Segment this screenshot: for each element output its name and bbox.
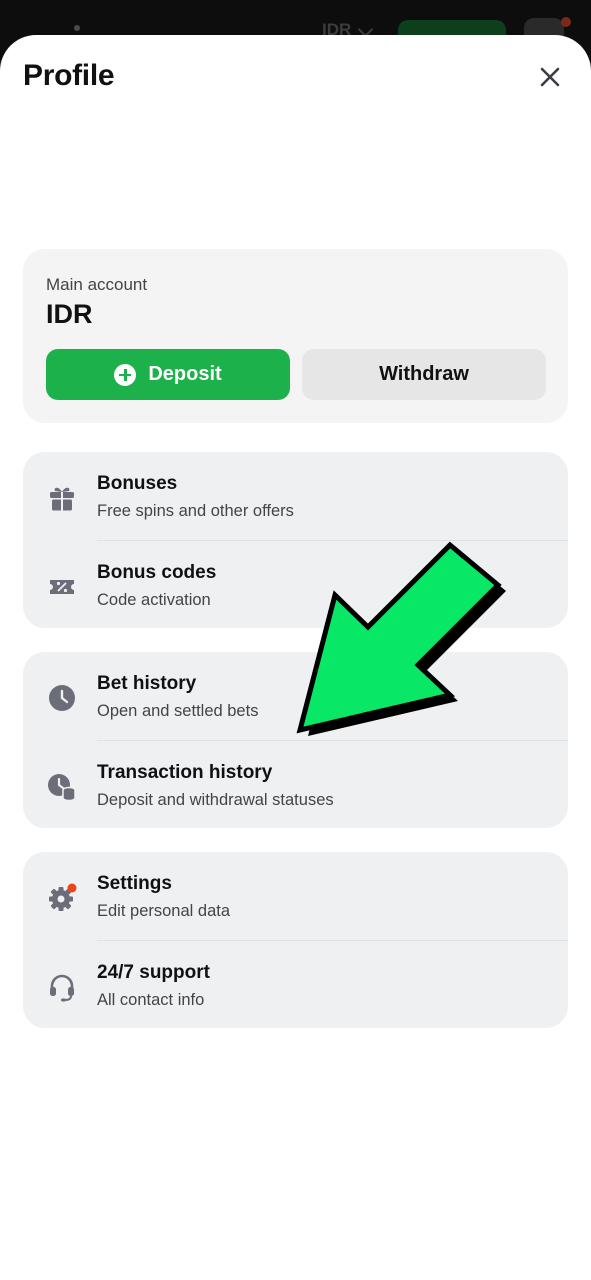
- deposit-label: Deposit: [148, 363, 222, 385]
- menu-item-subtitle: Free spins and other offers: [97, 502, 294, 520]
- headset-icon: [50, 974, 74, 1002]
- background-notification-dot: [561, 17, 571, 27]
- menu-item-title: Settings: [97, 873, 172, 894]
- settings-group: Settings Edit personal data 24/7 support…: [23, 852, 568, 1028]
- menu-item-title: Transaction history: [97, 762, 273, 783]
- account-currency: IDR: [46, 299, 93, 329]
- background-menu-dot: [74, 25, 80, 31]
- plus-circle-icon: [114, 363, 137, 386]
- account-label: Main account: [46, 275, 148, 294]
- ticket-icon: [50, 580, 74, 594]
- menu-item-subtitle: Edit personal data: [97, 902, 231, 920]
- clock-coins-icon: [48, 774, 76, 802]
- close-icon: [540, 67, 560, 87]
- menu-item-title: Bonuses: [97, 473, 178, 494]
- menu-item-transaction-history[interactable]: Transaction history Deposit and withdraw…: [23, 741, 568, 828]
- clock-icon: [49, 685, 75, 711]
- pointer-arrow-icon: [296, 541, 506, 736]
- withdraw-button[interactable]: Withdraw: [302, 349, 546, 400]
- gear-icon: [49, 883, 77, 911]
- page-title: Profile: [23, 59, 115, 92]
- menu-item-bonuses[interactable]: Bonuses Free spins and other offers: [23, 452, 568, 541]
- menu-item-support[interactable]: 24/7 support All contact info: [23, 941, 568, 1028]
- close-button[interactable]: [532, 59, 568, 95]
- menu-item-settings[interactable]: Settings Edit personal data: [23, 852, 568, 941]
- menu-item-title: Bonus codes: [97, 562, 217, 583]
- profile-sheet: Profile Main account IDR Deposit Withdra…: [0, 35, 591, 1280]
- menu-item-title: 24/7 support: [97, 962, 210, 983]
- main-account-card: Main account IDR Deposit Withdraw: [23, 249, 568, 423]
- gift-icon: [50, 487, 74, 511]
- notification-dot: [67, 883, 77, 893]
- menu-item-subtitle: All contact info: [97, 991, 205, 1009]
- deposit-button[interactable]: Deposit: [46, 349, 290, 400]
- menu-item-subtitle: Code activation: [97, 591, 211, 609]
- menu-item-subtitle: Open and settled bets: [97, 702, 259, 720]
- menu-item-title: Bet history: [97, 673, 197, 694]
- withdraw-label: Withdraw: [379, 363, 469, 385]
- menu-item-subtitle: Deposit and withdrawal statuses: [97, 791, 334, 809]
